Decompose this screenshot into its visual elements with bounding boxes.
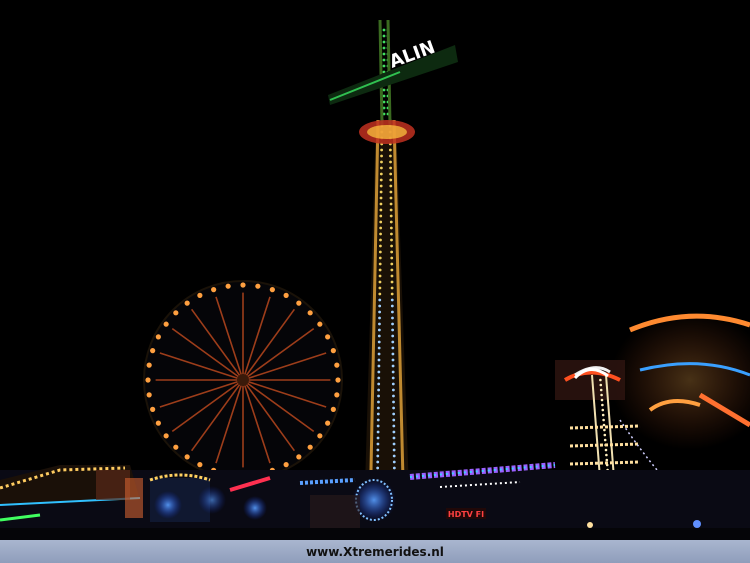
stall-sign: HDTV FI — [448, 510, 484, 519]
photo-frame: ALIN HDTV FI www.Xtremerides.nl — [0, 0, 750, 563]
midway-stalls: HDTV FI — [0, 462, 750, 540]
ferris-wheel — [143, 280, 343, 480]
fairground-night-photo: ALIN HDTV FI — [0, 19, 750, 540]
watermark-bar: www.Xtremerides.nl — [0, 540, 750, 563]
watermark-text: www.Xtremerides.nl — [306, 544, 444, 559]
drop-tower: ALIN — [328, 19, 458, 521]
